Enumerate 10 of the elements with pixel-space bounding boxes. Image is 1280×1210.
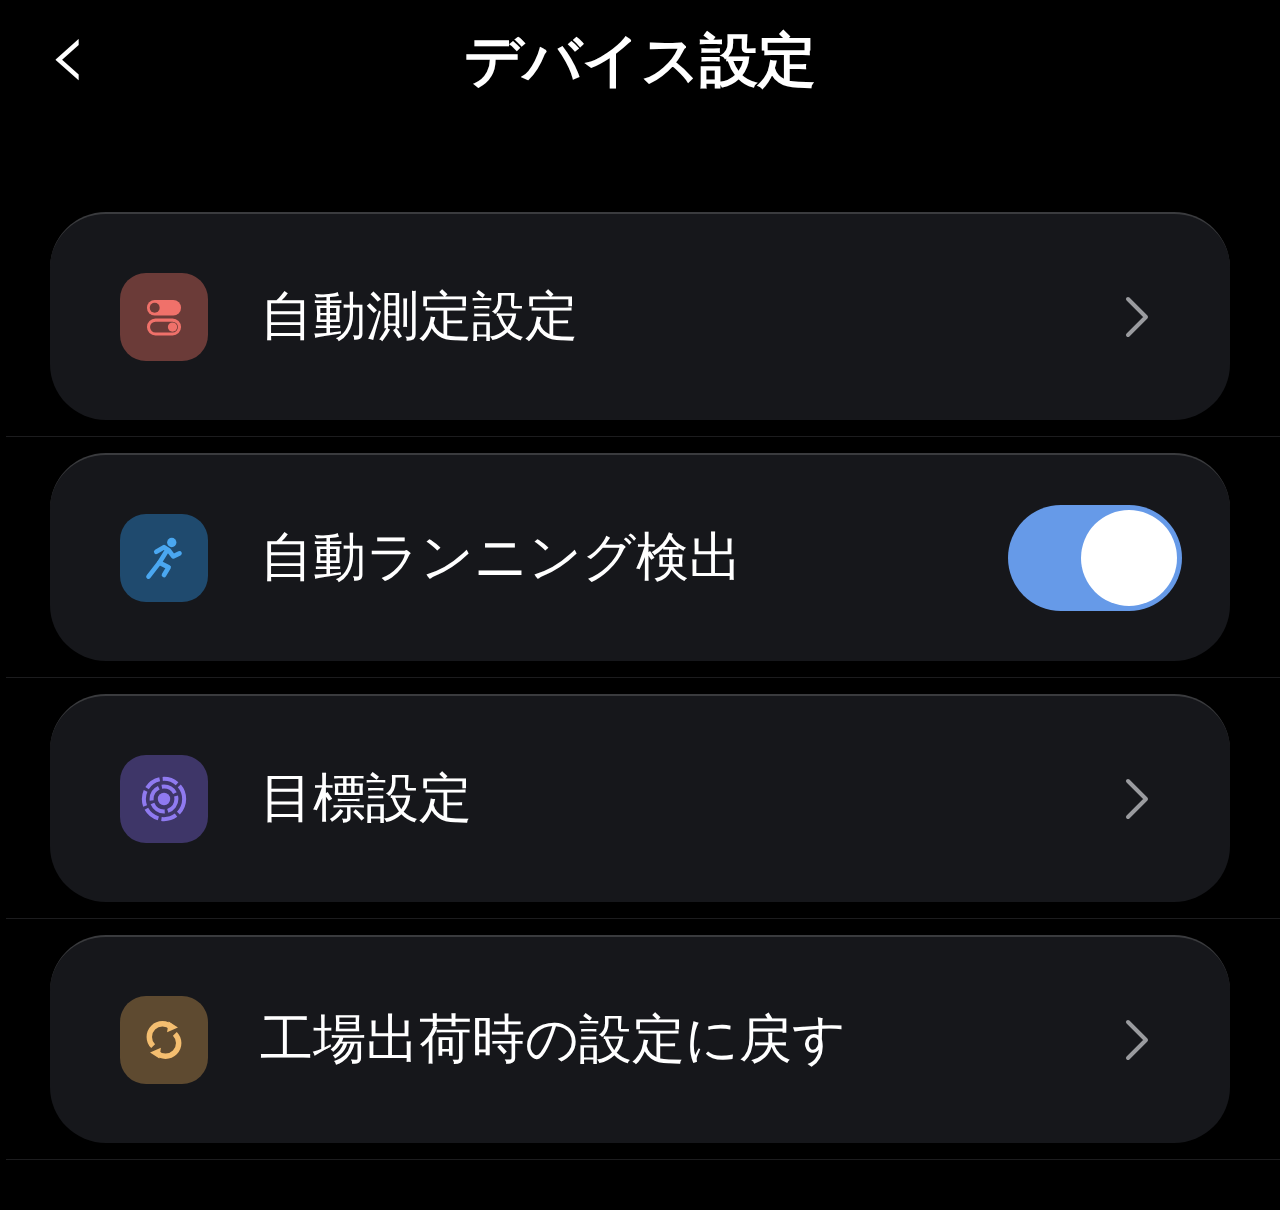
back-icon[interactable]: ‹ xyxy=(48,0,88,110)
settings-row[interactable]: 目標設定 xyxy=(50,694,1230,902)
row-label: 自動測定設定 xyxy=(260,284,579,348)
row-label: 自動ランニング検出 xyxy=(260,525,743,589)
settings-row[interactable]: 工場出荷時の設定に戻す xyxy=(50,935,1230,1143)
settings-row[interactable]: 自動ランニング検出 xyxy=(50,453,1230,661)
screen-title: デバイス設定 xyxy=(464,25,816,96)
row-label: 工場出荷時の設定に戻す xyxy=(260,1007,847,1071)
row-label: 目標設定 xyxy=(260,766,473,830)
settings-row[interactable]: 自動測定設定 xyxy=(50,212,1230,420)
